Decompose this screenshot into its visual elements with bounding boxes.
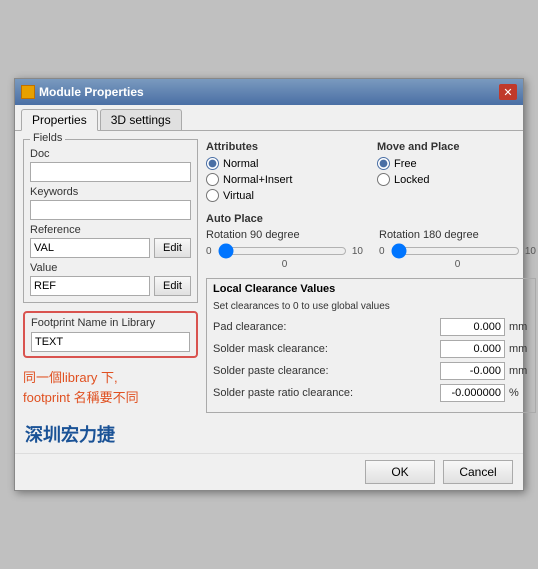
clearance-name-0: Pad clearance: bbox=[213, 321, 436, 333]
footprint-box: Footprint Name in Library bbox=[23, 311, 198, 358]
rotation-180-min: 0 bbox=[379, 246, 389, 257]
fields-group: Fields Doc Keywords Reference Edit Value… bbox=[23, 139, 198, 303]
clearance-row-3: Solder paste ratio clearance: % bbox=[213, 384, 529, 402]
value-label: Value bbox=[30, 262, 191, 274]
annotation-text: 同一個library 下, footprint 名稱要不同 bbox=[23, 368, 198, 407]
move-locked-item: Locked bbox=[377, 173, 536, 186]
attr-virtual-item: Virtual bbox=[206, 189, 365, 202]
main-content: Fields Doc Keywords Reference Edit Value… bbox=[15, 131, 523, 421]
clearance-value-2[interactable] bbox=[440, 362, 505, 380]
move-free-label: Free bbox=[394, 158, 417, 170]
attributes-section: Attributes Normal Normal+Insert Virtual bbox=[206, 139, 365, 205]
annotation-line1: 同一個library 下, bbox=[23, 368, 198, 388]
annotation-line2: footprint 名稱要不同 bbox=[23, 388, 198, 408]
rotation-180-max: 10 bbox=[522, 246, 536, 257]
rotation-180-value: 0 bbox=[379, 259, 536, 270]
attributes-title: Attributes bbox=[206, 141, 365, 153]
left-panel: Fields Doc Keywords Reference Edit Value… bbox=[23, 139, 198, 413]
keywords-label: Keywords bbox=[30, 186, 191, 198]
reference-input[interactable] bbox=[30, 238, 150, 258]
clearance-subtitle: Set clearances to 0 to use global values bbox=[213, 301, 529, 312]
rotation-90-slider-row: 0 10 bbox=[206, 243, 363, 259]
clearance-unit-2: mm bbox=[509, 365, 529, 377]
value-input[interactable] bbox=[30, 276, 150, 296]
value-row: Edit bbox=[30, 276, 191, 296]
attr-normal-item: Normal bbox=[206, 157, 365, 170]
rotation-90-value: 0 bbox=[206, 259, 363, 270]
move-locked-radio[interactable] bbox=[377, 173, 390, 186]
rotation-90-item: Rotation 90 degree 0 10 0 bbox=[206, 229, 363, 270]
reference-label: Reference bbox=[30, 224, 191, 236]
title-bar-left: Module Properties bbox=[21, 85, 144, 99]
clearance-title: Local Clearance Values bbox=[213, 283, 529, 295]
clearance-value-0[interactable] bbox=[440, 318, 505, 336]
attr-virtual-radio[interactable] bbox=[206, 189, 219, 202]
doc-label: Doc bbox=[30, 148, 191, 160]
doc-input[interactable] bbox=[30, 162, 191, 182]
attr-normal-insert-radio[interactable] bbox=[206, 173, 219, 186]
fields-group-label: Fields bbox=[30, 132, 65, 144]
clearance-value-1[interactable] bbox=[440, 340, 505, 358]
reference-row: Edit bbox=[30, 238, 191, 258]
move-free-radio[interactable] bbox=[377, 157, 390, 170]
move-locked-label: Locked bbox=[394, 174, 429, 186]
tab-bar: Properties 3D settings bbox=[15, 105, 523, 131]
attr-normal-label: Normal bbox=[223, 158, 258, 170]
clearance-row-0: Pad clearance: mm bbox=[213, 318, 529, 336]
clearance-unit-0: mm bbox=[509, 321, 529, 333]
attr-virtual-label: Virtual bbox=[223, 190, 254, 202]
rotation-180-item: Rotation 180 degree 0 10 0 bbox=[379, 229, 536, 270]
title-bar: Module Properties ✕ bbox=[15, 79, 523, 105]
rotation-90-max: 10 bbox=[349, 246, 363, 257]
value-edit-button[interactable]: Edit bbox=[154, 276, 191, 296]
top-sections: Attributes Normal Normal+Insert Virtual bbox=[206, 139, 536, 205]
window-title: Module Properties bbox=[39, 85, 144, 99]
auto-place-title: Auto Place bbox=[206, 213, 536, 225]
clearance-name-2: Solder paste clearance: bbox=[213, 365, 436, 377]
rotation-180-slider-row: 0 10 bbox=[379, 243, 536, 259]
clearance-name-1: Solder mask clearance: bbox=[213, 343, 436, 355]
app-icon bbox=[21, 85, 35, 99]
tab-properties[interactable]: Properties bbox=[21, 109, 98, 131]
module-properties-window: Module Properties ✕ Properties 3D settin… bbox=[14, 78, 524, 491]
ok-button[interactable]: OK bbox=[365, 460, 435, 484]
rotation-90-label: Rotation 90 degree bbox=[206, 229, 363, 241]
bottom-bar: OK Cancel bbox=[15, 453, 523, 490]
rotation-180-slider[interactable] bbox=[391, 243, 520, 259]
auto-place-section: Auto Place Rotation 90 degree 0 10 0 Rot… bbox=[206, 213, 536, 270]
tab-3d-settings[interactable]: 3D settings bbox=[100, 109, 182, 130]
clearance-unit-1: mm bbox=[509, 343, 529, 355]
rotation-90-slider[interactable] bbox=[218, 243, 347, 259]
clearance-name-3: Solder paste ratio clearance: bbox=[213, 387, 436, 399]
rotation-180-label: Rotation 180 degree bbox=[379, 229, 536, 241]
cancel-button[interactable]: Cancel bbox=[443, 460, 513, 484]
rotation-90-min: 0 bbox=[206, 246, 216, 257]
attr-normal-insert-item: Normal+Insert bbox=[206, 173, 365, 186]
clearance-section: Local Clearance Values Set clearances to… bbox=[206, 278, 536, 413]
clearance-row-1: Solder mask clearance: mm bbox=[213, 340, 529, 358]
rotation-row: Rotation 90 degree 0 10 0 Rotation 180 d… bbox=[206, 229, 536, 270]
clearance-value-3[interactable] bbox=[440, 384, 505, 402]
attr-normal-insert-label: Normal+Insert bbox=[223, 174, 292, 186]
reference-edit-button[interactable]: Edit bbox=[154, 238, 191, 258]
clearance-row-2: Solder paste clearance: mm bbox=[213, 362, 529, 380]
keywords-input[interactable] bbox=[30, 200, 191, 220]
close-button[interactable]: ✕ bbox=[499, 84, 517, 100]
clearance-unit-3: % bbox=[509, 387, 529, 399]
footprint-label: Footprint Name in Library bbox=[31, 317, 190, 329]
move-place-section: Move and Place Free Locked bbox=[377, 139, 536, 205]
move-free-item: Free bbox=[377, 157, 536, 170]
right-panel: Attributes Normal Normal+Insert Virtual bbox=[206, 139, 536, 413]
brand-text: 深圳宏力捷 bbox=[15, 421, 523, 453]
footprint-input[interactable] bbox=[31, 332, 190, 352]
move-place-title: Move and Place bbox=[377, 141, 536, 153]
attr-normal-radio[interactable] bbox=[206, 157, 219, 170]
